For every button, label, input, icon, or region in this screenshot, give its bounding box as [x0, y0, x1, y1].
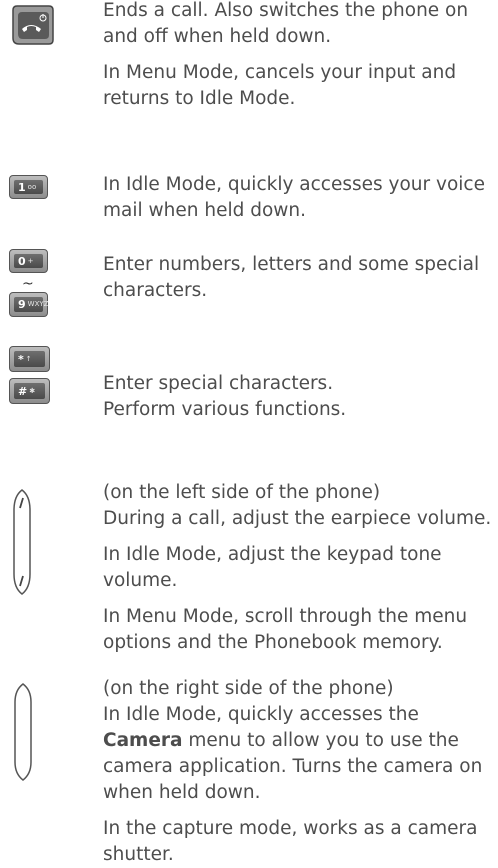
- description-paragraph: In Idle Mode, adjust the keypad tone vol…: [103, 544, 442, 591]
- key-label: *: [18, 352, 24, 366]
- end-key-description: Ends a call. Also switches the phone on …: [103, 0, 495, 112]
- description-paragraph: During a call, adjust the earpiece volum…: [103, 508, 492, 529]
- description-paragraph: In Menu Mode, cancels your input and ret…: [103, 62, 457, 109]
- key-sublabel: ✱: [29, 386, 36, 395]
- description-paragraph: In Menu Mode, scroll through the menu op…: [103, 606, 468, 653]
- key-sublabel: WXYZ: [27, 300, 49, 308]
- description-paragraph: Enter special characters.: [103, 373, 334, 394]
- key-label: #: [18, 384, 28, 398]
- key-1-icon: 1 oo: [9, 175, 48, 199]
- key-sublabel: ↑: [25, 354, 32, 363]
- volume-key-icon: [13, 489, 31, 595]
- description-paragraph: Ends a call. Also switches the phone on …: [103, 0, 469, 47]
- key-0-icon: 0 +: [9, 249, 48, 273]
- description-paragraph: In Idle Mode, quickly accesses the: [103, 704, 419, 725]
- camera-key-description: (on the right side of the phone) In Idle…: [103, 676, 495, 868]
- description-paragraph-with-bold: Camera menu to allow you to use the came…: [103, 728, 495, 806]
- number-keys-description: Enter numbers, letters and some special …: [103, 252, 495, 304]
- key-sublabel: oo: [27, 182, 37, 191]
- description-paragraph: Perform various functions.: [103, 399, 347, 420]
- range-tilde-icon: ~: [22, 276, 34, 292]
- key-label: 9: [18, 298, 26, 311]
- volume-key-description: (on the left side of the phone) During a…: [103, 480, 495, 656]
- description-paragraph: In Idle Mode, quickly accesses your voic…: [103, 174, 485, 221]
- camera-menu-name: Camera: [103, 730, 183, 751]
- special-keys-description: Enter special characters. Perform variou…: [103, 371, 495, 423]
- description-paragraph: Enter numbers, letters and some special …: [103, 254, 480, 301]
- description-paragraph: In the capture mode, works as a camera s…: [103, 818, 478, 865]
- voicemail-key-description: In Idle Mode, quickly accesses your voic…: [103, 172, 495, 224]
- key-label: 0: [18, 254, 26, 268]
- key-9-icon: 9 WXYZ: [9, 292, 48, 317]
- key-sublabel: +: [27, 256, 34, 265]
- description-paragraph: (on the right side of the phone): [103, 678, 394, 699]
- description-paragraph: (on the left side of the phone): [103, 482, 381, 503]
- star-key-icon: * ↑: [9, 346, 50, 372]
- camera-key-icon: [14, 683, 32, 781]
- key-label: 1: [18, 180, 26, 194]
- hash-key-icon: # ✱: [9, 378, 50, 404]
- end-key-icon: [12, 5, 54, 45]
